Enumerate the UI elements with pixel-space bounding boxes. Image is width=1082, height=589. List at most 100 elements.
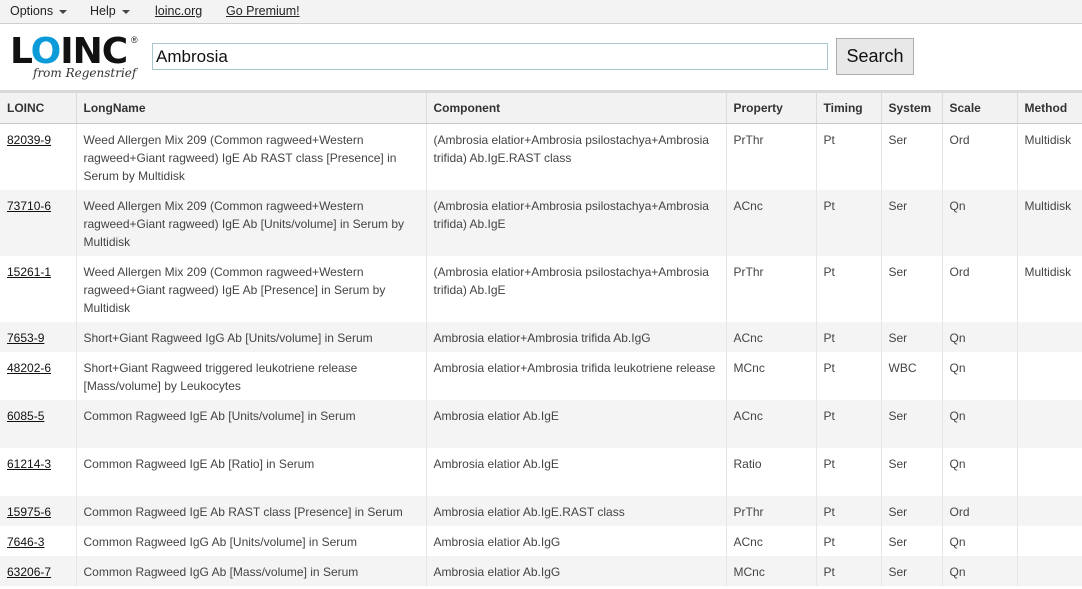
component-cell: Ambrosia elatior Ab.IgG [426,525,727,556]
header: LOINC ® from Regenstrief Search [0,24,1082,90]
table-row: 15975-6 Common Ragweed IgE Ab RAST class… [0,495,1082,526]
method-cell [1017,525,1082,556]
loinc-code-link[interactable]: 82039-9 [7,133,51,147]
table-row: 61214-3 Common Ragweed IgE Ab [Ratio] in… [0,447,1082,496]
scale-cell: Qn [942,525,1018,556]
loinc-cell: 63206-7 [0,555,77,586]
column-header-scale[interactable]: Scale [942,93,1018,124]
longname-cell: Common Ragweed IgE Ab RAST class [Presen… [76,495,427,526]
loinc-logo[interactable]: LOINC ® from Regenstrief [10,32,140,82]
longname-cell: Weed Allergen Mix 209 (Common ragweed+We… [76,123,427,190]
loinc-code-link[interactable]: 48202-6 [7,361,51,375]
system-cell: Ser [881,495,943,526]
search-button[interactable]: Search [836,38,914,75]
chevron-down-icon [121,9,130,14]
timing-cell: Pt [816,123,882,190]
logo-tagline: from Regenstrief [33,66,137,80]
column-header-property[interactable]: Property [726,93,817,124]
component-cell: Ambrosia elatior Ab.IgG [426,555,727,586]
column-header-loinc[interactable]: LOINC [0,93,77,124]
registered-mark: ® [131,35,138,45]
scale-cell: Ord [942,495,1018,526]
search-input[interactable] [152,43,828,70]
loinc-code-link[interactable]: 63206-7 [7,565,51,579]
system-cell: Ser [881,399,943,448]
table-row: 7653-9 Short+Giant Ragweed IgG Ab [Units… [0,321,1082,352]
loinc-cell: 61214-3 [0,447,77,496]
table-row: 63206-7 Common Ragweed IgG Ab [Mass/volu… [0,555,1082,586]
system-cell: Ser [881,321,943,352]
method-cell [1017,399,1082,448]
timing-cell: Pt [816,189,882,256]
component-cell: (Ambrosia elatior+Ambrosia psilostachya+… [426,123,727,190]
loinc-code-link[interactable]: 6085-5 [7,409,44,423]
options-menu[interactable]: Options [10,4,68,18]
table-row: 15261-1 Weed Allergen Mix 209 (Common ra… [0,255,1082,322]
table-row: 48202-6 Short+Giant Ragweed triggered le… [0,351,1082,400]
help-menu[interactable]: Help [90,4,130,18]
loinc-cell: 73710-6 [0,189,77,256]
method-cell: Multidisk [1017,255,1082,322]
go-premium-link[interactable]: Go Premium! [226,4,300,18]
system-cell: Ser [881,447,943,496]
component-cell: Ambrosia elatior Ab.IgE [426,447,727,496]
results-table: LOINC LongName Component Property Timing… [0,93,1082,586]
component-cell: Ambrosia elatior Ab.IgE [426,399,727,448]
property-cell: ACnc [726,525,817,556]
scale-cell: Qn [942,399,1018,448]
loinc-cell: 82039-9 [0,123,77,190]
system-cell: Ser [881,555,943,586]
timing-cell: Pt [816,351,882,400]
property-cell: ACnc [726,189,817,256]
loinc-code-link[interactable]: 15975-6 [7,505,51,519]
table-row: 7646-3 Common Ragweed IgG Ab [Units/volu… [0,525,1082,556]
scale-cell: Qn [942,351,1018,400]
timing-cell: Pt [816,255,882,322]
loinc-cell: 48202-6 [0,351,77,400]
menu-bar: Options Help loinc.org Go Premium! [0,0,1082,24]
table-row: 73710-6 Weed Allergen Mix 209 (Common ra… [0,189,1082,256]
loinc-code-link[interactable]: 7646-3 [7,535,44,549]
scale-cell: Qn [942,321,1018,352]
method-cell [1017,351,1082,400]
loinc-cell: 6085-5 [0,399,77,448]
timing-cell: Pt [816,525,882,556]
method-cell: Multidisk [1017,189,1082,256]
loinc-code-link[interactable]: 73710-6 [7,199,51,213]
loinc-org-link[interactable]: loinc.org [155,4,202,18]
property-cell: Ratio [726,447,817,496]
longname-cell: Weed Allergen Mix 209 (Common ragweed+We… [76,255,427,322]
longname-cell: Weed Allergen Mix 209 (Common ragweed+We… [76,189,427,256]
component-cell: Ambrosia elatior Ab.IgE.RAST class [426,495,727,526]
scale-cell: Ord [942,255,1018,322]
column-header-component[interactable]: Component [426,93,727,124]
longname-cell: Short+Giant Ragweed triggered leukotrien… [76,351,427,400]
timing-cell: Pt [816,555,882,586]
loinc-cell: 7646-3 [0,525,77,556]
loinc-cell: 7653-9 [0,321,77,352]
column-header-method[interactable]: Method [1017,93,1082,124]
chevron-down-icon [59,9,68,14]
options-menu-label: Options [10,4,54,18]
loinc-code-link[interactable]: 7653-9 [7,331,44,345]
loinc-code-link[interactable]: 61214-3 [7,457,51,471]
loinc-code-link[interactable]: 15261-1 [7,265,51,279]
column-header-longname[interactable]: LongName [76,93,427,124]
scale-cell: Ord [942,123,1018,190]
table-header-row: LOINC LongName Component Property Timing… [0,93,1082,124]
property-cell: ACnc [726,321,817,352]
column-header-timing[interactable]: Timing [816,93,882,124]
method-cell [1017,447,1082,496]
method-cell: Multidisk [1017,123,1082,190]
loinc-cell: 15261-1 [0,255,77,322]
column-header-system[interactable]: System [881,93,943,124]
scale-cell: Qn [942,555,1018,586]
help-menu-label: Help [90,4,116,18]
timing-cell: Pt [816,495,882,526]
method-cell [1017,555,1082,586]
method-cell [1017,495,1082,526]
component-cell: (Ambrosia elatior+Ambrosia psilostachya+… [426,189,727,256]
longname-cell: Common Ragweed IgG Ab [Mass/volume] in S… [76,555,427,586]
property-cell: MCnc [726,351,817,400]
system-cell: Ser [881,255,943,322]
